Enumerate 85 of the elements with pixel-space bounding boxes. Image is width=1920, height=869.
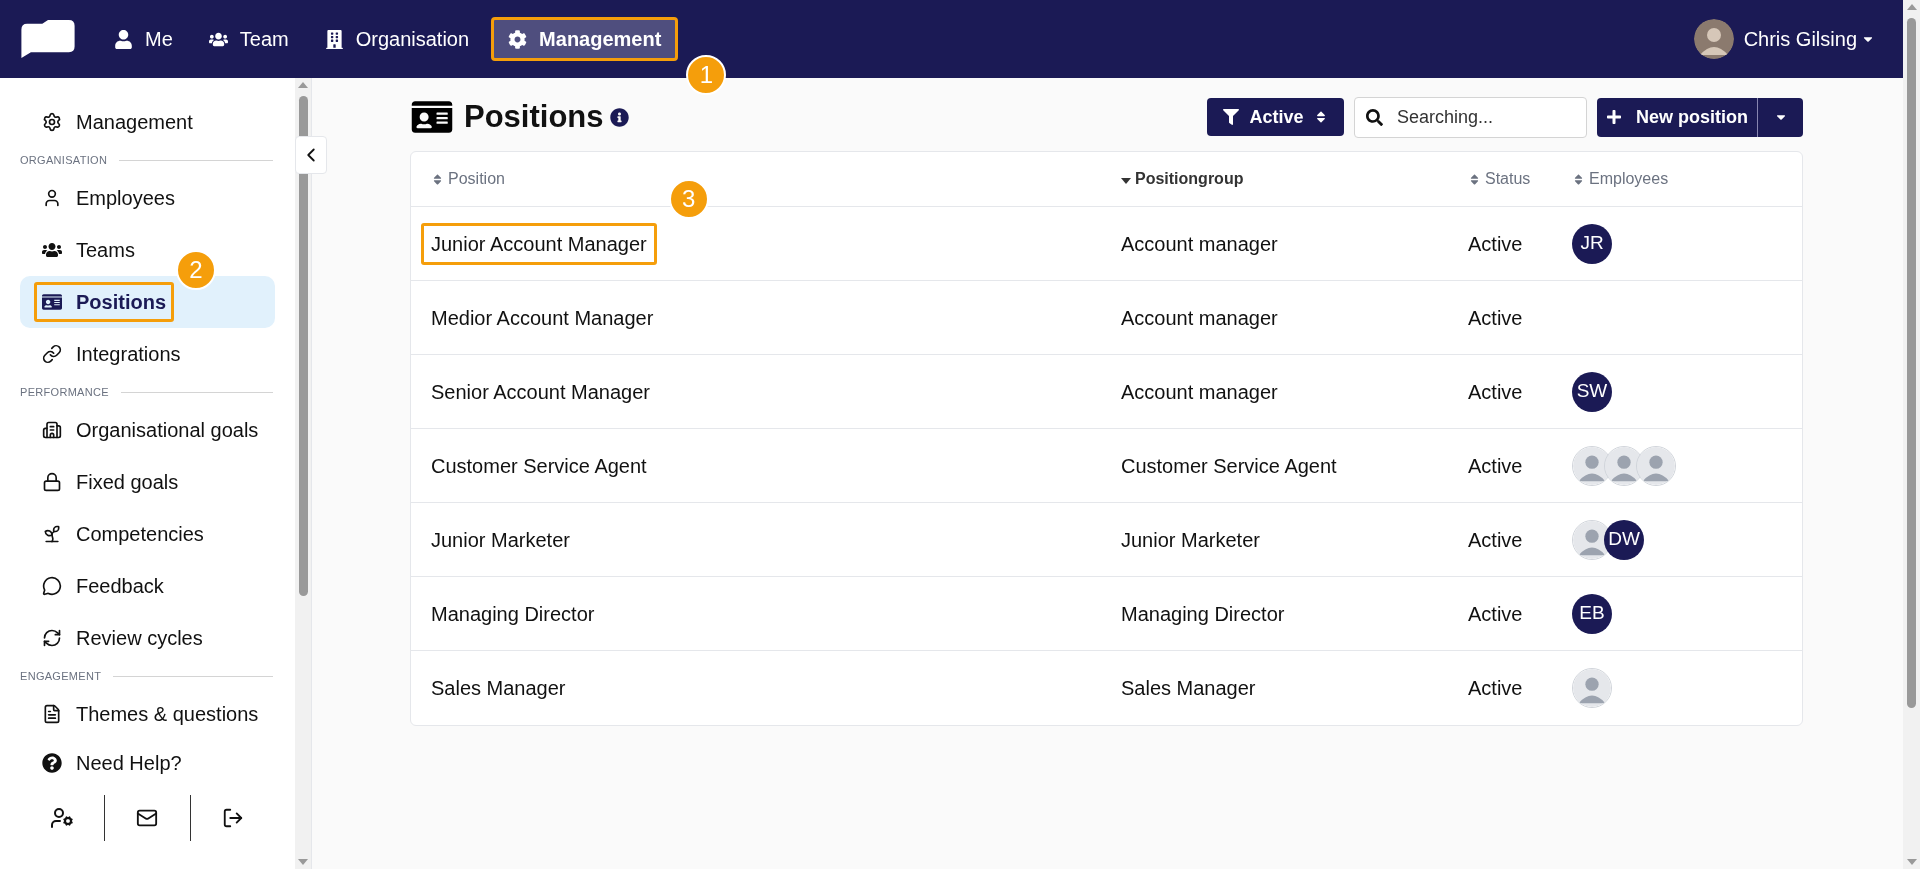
help-link[interactable]: Need Help? [20, 738, 275, 788]
table-cell: Junior Account Manager [421, 222, 657, 265]
callout-badge: 1 [686, 55, 727, 95]
sidebar-scrollbar[interactable] [295, 78, 311, 869]
settings-icon [42, 112, 62, 132]
users-icon [42, 240, 62, 260]
column-header[interactable]: Positiongroup [1121, 167, 1468, 191]
table-cell-text: Medior Account Manager [430, 305, 655, 331]
user-menu[interactable]: Chris Gilsing [1743, 24, 1875, 54]
table-cell-text: Customer Service Agent [430, 453, 648, 479]
document-icon [42, 704, 62, 724]
table-cell-text: Active [1468, 231, 1523, 257]
avatar-icon [1693, 19, 1734, 59]
table-cell-text: Account manager [1121, 231, 1278, 257]
id-card-icon [410, 99, 454, 135]
info-icon[interactable] [609, 107, 629, 127]
link-icon [42, 344, 62, 364]
chat-bubble-icon [42, 576, 62, 596]
nav-tab[interactable]: Team [194, 17, 303, 61]
collapse-button[interactable] [295, 136, 327, 174]
nav-tab[interactable]: Management [491, 17, 679, 61]
avatar: JR [1572, 223, 1612, 264]
user-icon [114, 29, 133, 49]
table-cell-text: Customer Service Agent [1121, 453, 1337, 479]
plus-icon [1606, 109, 1622, 125]
refresh-icon [42, 628, 62, 648]
table-cell-text: Managing Director [430, 601, 596, 627]
table-cell-text: Active [1468, 379, 1523, 405]
sort-icon [431, 172, 444, 186]
page-title: Positions [464, 97, 604, 136]
table-cell-text: Junior Marketer [430, 527, 571, 553]
sidebar-item[interactable]: Management [20, 96, 275, 148]
table-cell-text: Managing Director [1121, 601, 1285, 627]
avatar: EB [1572, 593, 1612, 634]
status-filter[interactable]: Active [1207, 98, 1344, 136]
sidebar-item[interactable]: Fixed goals [20, 456, 275, 508]
sort-down-icon [1121, 177, 1131, 184]
avatar: SW [1572, 371, 1612, 412]
section-heading: PERFORMANCE [20, 384, 109, 400]
sidebar-item[interactable]: Employees [20, 172, 275, 224]
page-scrollbar[interactable] [1903, 0, 1920, 869]
id-card-icon [42, 292, 62, 312]
sidebar-item[interactable]: Organisational goals [20, 404, 275, 456]
table-cell-text: Sales Manager [1121, 676, 1256, 701]
search-field[interactable]: Searching... [1354, 96, 1587, 138]
table-cell-text: Senior Account Manager [430, 379, 652, 405]
callout-badge: 2 [176, 250, 216, 290]
sidebar-item[interactable]: Competencies [20, 508, 275, 560]
avatar-icon [1572, 668, 1612, 708]
sidebar-item[interactable]: Feedback [20, 560, 275, 612]
table-cell-text: Junior Marketer [1121, 527, 1260, 553]
sort-icon [1572, 172, 1585, 186]
table-cell-text: Active [1468, 453, 1523, 479]
table-cell-text: Account manager [1121, 305, 1278, 331]
sidebar-item[interactable]: Integrations [20, 328, 275, 380]
logout-icon [221, 807, 244, 829]
table-cell-text: Account manager [1121, 379, 1278, 405]
building-icon [324, 29, 344, 49]
avatar: DW [1604, 519, 1644, 560]
column-header[interactable]: Employees [1572, 167, 1802, 191]
section-heading: ENGAGEMENT [20, 668, 102, 684]
mail-icon [136, 807, 159, 829]
building-icon [42, 420, 62, 440]
user-icon [42, 188, 62, 208]
sort-icon [1468, 172, 1481, 186]
table-cell-text: Active [1468, 676, 1523, 701]
help-icon [42, 753, 62, 773]
sidebar-item[interactable]: Review cycles [20, 612, 275, 664]
table-cell-text: Sales Manager [430, 676, 567, 701]
sidebar-item[interactable]: Themes & questions [20, 688, 275, 738]
lock-icon [42, 472, 62, 492]
sprout-icon [42, 524, 62, 544]
section-heading: ORGANISATION [20, 152, 108, 168]
logo-icon[interactable] [18, 20, 78, 58]
column-header[interactable]: Status [1468, 167, 1572, 191]
table-cell-text: Active [1468, 527, 1523, 553]
callout-badge: 3 [668, 178, 709, 219]
user-gear-icon [50, 806, 75, 830]
nav-tab[interactable]: Me [100, 17, 187, 61]
filter-icon [1223, 109, 1240, 125]
search-icon [1366, 108, 1383, 126]
table-cell-text: Active [1468, 305, 1523, 331]
settings-icon [508, 29, 528, 49]
table-cell-text: Active [1468, 601, 1523, 627]
nav-tab[interactable]: Organisation [310, 17, 484, 61]
